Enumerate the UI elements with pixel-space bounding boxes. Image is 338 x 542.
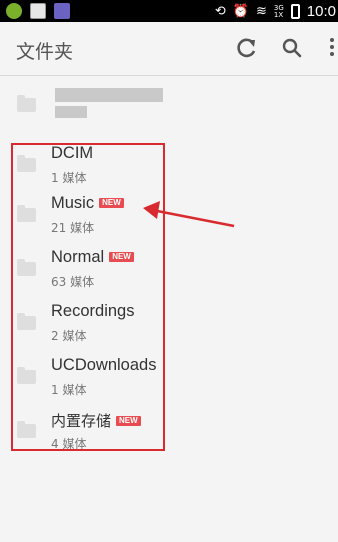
rotate-icon: ⟲ bbox=[214, 3, 226, 19]
signal-icon: 3G 1X bbox=[273, 4, 284, 19]
more-icon bbox=[330, 38, 334, 42]
more-icon-dot bbox=[330, 45, 334, 49]
page-title: 文件夹 bbox=[16, 41, 74, 63]
image-icon bbox=[30, 3, 46, 19]
status-bar: ⟲ ⏰ ≋ 3G 1X 10:0 bbox=[0, 0, 338, 22]
app-icon bbox=[54, 3, 70, 19]
status-left-icons bbox=[6, 3, 70, 19]
refresh-button[interactable] bbox=[235, 36, 259, 60]
more-icon-dot bbox=[330, 52, 334, 56]
more-options-button[interactable] bbox=[326, 36, 338, 60]
folder-icon bbox=[17, 95, 36, 112]
network-bottom: 1X bbox=[273, 10, 284, 19]
android-icon bbox=[6, 3, 22, 19]
wifi-icon: ≋ bbox=[256, 3, 267, 19]
search-button[interactable] bbox=[280, 36, 304, 60]
folder-item-redacted[interactable] bbox=[0, 85, 338, 137]
app-bar: 文件夹 bbox=[0, 22, 338, 76]
status-right: ⟲ ⏰ ≋ 3G 1X 10:0 bbox=[215, 3, 336, 20]
search-icon bbox=[282, 38, 302, 58]
refresh-icon bbox=[237, 38, 256, 58]
status-time: 10:0 bbox=[306, 3, 336, 20]
redacted-folder-name bbox=[55, 86, 163, 122]
battery-icon bbox=[290, 4, 300, 19]
annotation-highlight-box bbox=[11, 143, 165, 451]
alarm-icon: ⏰ bbox=[232, 3, 249, 19]
